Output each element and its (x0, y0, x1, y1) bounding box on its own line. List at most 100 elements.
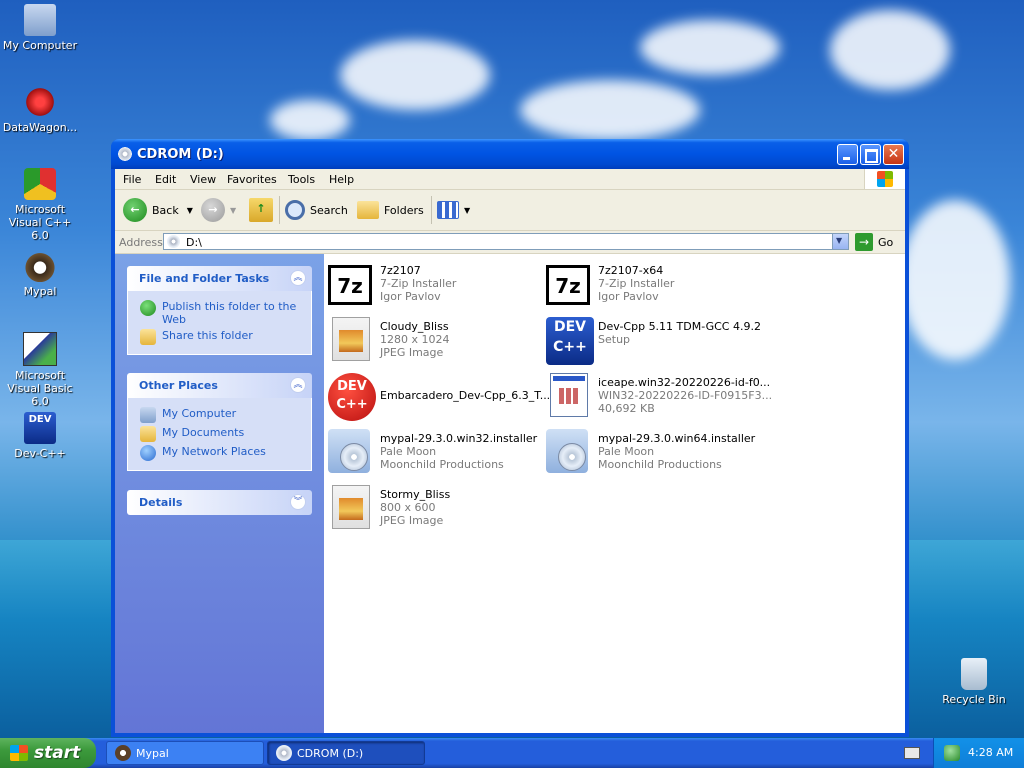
file-folder-tasks-header[interactable]: File and Folder Tasks ︽ (127, 266, 312, 291)
publish-folder-link[interactable]: Publish this folder to the Web (140, 300, 311, 326)
title-bar[interactable]: CDROM (D:) ✕ (111, 139, 909, 169)
visual-cpp-icon (24, 168, 56, 200)
back-arrow-icon: ← (123, 198, 147, 222)
folder-icon (357, 201, 379, 219)
address-label: Address (119, 236, 163, 249)
clock[interactable]: 4:28 AM (968, 746, 1013, 759)
desktop-icon-mypal[interactable]: Mypal (0, 250, 80, 298)
other-place-my-computer[interactable]: My Computer (140, 407, 311, 423)
chevron-down-icon: ▼ (230, 205, 237, 215)
menu-edit[interactable]: Edit (155, 173, 176, 186)
address-input[interactable]: D:\ ▼ (163, 233, 849, 250)
my-documents-icon (140, 426, 156, 442)
go-arrow-icon: → (855, 233, 873, 251)
windows-logo-icon (864, 169, 905, 189)
devcpp-icon: DEV (24, 412, 56, 444)
minimize-icon (843, 157, 850, 160)
collapse-icon[interactable]: ︽ (290, 377, 306, 393)
desktop-icon-recycle-bin[interactable]: Recycle Bin (934, 658, 1014, 706)
installer-icon (328, 429, 370, 473)
cloud (270, 100, 350, 140)
file-folder-tasks-panel: File and Folder Tasks ︽ Publish this fol… (127, 266, 312, 355)
toolbar-separator (279, 196, 280, 224)
share-folder-link[interactable]: Share this folder (140, 329, 311, 345)
other-place-my-documents[interactable]: My Documents (140, 426, 311, 442)
desktop-icon-visual-cpp[interactable]: Microsoft Visual C++ 6.0 (0, 168, 80, 242)
file-item[interactable]: DEV C++ Embarcadero_Dev-Cpp_6.3_T... (324, 371, 550, 421)
visual-basic-icon (23, 332, 57, 366)
mypal-icon (115, 745, 131, 761)
menu-help[interactable]: Help (329, 173, 354, 186)
my-computer-icon (140, 407, 156, 423)
keyboard-icon[interactable] (904, 747, 920, 759)
taskbar-item-cdrom[interactable]: CDROM (D:) (267, 741, 425, 765)
network-places-icon (140, 445, 156, 461)
views-icon (437, 201, 459, 219)
other-places-header[interactable]: Other Places ︽ (127, 373, 312, 398)
file-item[interactable]: iceape.win32-20220226-id-f0... WIN32-202… (542, 371, 772, 421)
expand-icon[interactable]: ︾ (290, 494, 306, 510)
file-item[interactable]: mypal-29.3.0.win64.installer Pale Moon M… (542, 427, 760, 477)
forward-arrow-icon: → (201, 198, 225, 222)
start-button[interactable]: start (0, 738, 96, 768)
back-button[interactable]: ← Back ▼ (123, 196, 193, 224)
search-button[interactable]: Search (285, 196, 348, 224)
details-panel: Details ︾ (127, 490, 312, 515)
installer-icon (546, 429, 588, 473)
other-places-panel: Other Places ︽ My Computer My Documents … (127, 373, 312, 471)
minimize-button[interactable] (837, 144, 858, 165)
cdrom-icon (167, 235, 180, 248)
address-dropdown-button[interactable]: ▼ (832, 234, 848, 249)
chevron-down-icon: ▼ (186, 205, 193, 215)
file-item[interactable]: Stormy_Bliss 800 x 600 JPEG Image (324, 483, 542, 533)
close-button[interactable]: ✕ (883, 144, 904, 165)
folders-button[interactable]: Folders (357, 196, 424, 224)
taskbar-item-mypal[interactable]: Mypal (106, 741, 264, 765)
cloud (640, 20, 780, 75)
file-list: 7z 7z2107 7-Zip Installer Igor Pavlov 7z… (324, 254, 905, 733)
devcpp-setup-icon: DEV C++ (546, 317, 594, 365)
explorer-window: CDROM (D:) ✕ File Edit View Favorites To… (111, 139, 909, 737)
forward-button[interactable]: → ▼ (201, 196, 236, 224)
system-tray: 4:28 AM (933, 738, 1024, 768)
go-button[interactable]: → Go (855, 233, 893, 251)
7zip-icon: 7z (328, 265, 372, 305)
collapse-icon[interactable]: ︽ (290, 270, 306, 286)
cdrom-icon (276, 745, 292, 761)
up-folder-button[interactable]: ↑ (249, 196, 278, 224)
desktop-icon-visual-basic[interactable]: Microsoft Visual Basic 6.0 (0, 332, 80, 408)
desktop-icon-devcpp[interactable]: DEV Dev-C++ (0, 412, 80, 460)
other-place-network[interactable]: My Network Places (140, 445, 311, 461)
desktop-icon-datawagon[interactable]: DataWagon... (0, 86, 80, 134)
file-item[interactable]: 7z 7z2107-x64 7-Zip Installer Igor Pavlo… (542, 259, 760, 309)
file-item[interactable]: DEV C++ Dev-Cpp 5.11 TDM-GCC 4.9.2 Setup (542, 315, 761, 365)
windows-flag-icon (10, 745, 28, 761)
executable-icon (550, 373, 588, 417)
taskbar: start Mypal CDROM (D:) 4:28 AM (0, 738, 1024, 768)
maximize-icon (865, 149, 878, 163)
cloud (340, 40, 490, 110)
menu-tools[interactable]: Tools (288, 173, 315, 186)
details-header[interactable]: Details ︾ (127, 490, 312, 515)
file-item[interactable]: Cloudy_Bliss 1280 x 1024 JPEG Image (324, 315, 542, 365)
menu-file[interactable]: File (123, 173, 141, 186)
menu-view[interactable]: View (190, 173, 216, 186)
task-pane: File and Folder Tasks ︽ Publish this fol… (115, 254, 324, 733)
file-item[interactable]: mypal-29.3.0.win32.installer Pale Moon M… (324, 427, 542, 477)
desktop-icon-my-computer[interactable]: My Computer (0, 4, 80, 52)
safely-remove-icon[interactable] (944, 745, 960, 761)
chevron-down-icon: ▼ (836, 236, 843, 245)
window-title: CDROM (D:) (137, 147, 224, 162)
file-item[interactable]: 7z 7z2107 7-Zip Installer Igor Pavlov (324, 259, 542, 309)
mypal-icon (24, 250, 56, 282)
toolbar-separator (431, 196, 432, 224)
views-button[interactable]: ▼ (437, 196, 470, 224)
menu-bar: File Edit View Favorites Tools Help (115, 169, 905, 190)
cloud (520, 80, 700, 140)
cloud (900, 200, 1010, 360)
window-body: File Edit View Favorites Tools Help ← Ba… (115, 169, 905, 733)
cloud (830, 10, 950, 90)
maximize-button[interactable] (860, 144, 881, 165)
jpeg-icon (332, 317, 370, 361)
menu-favorites[interactable]: Favorites (227, 173, 277, 186)
